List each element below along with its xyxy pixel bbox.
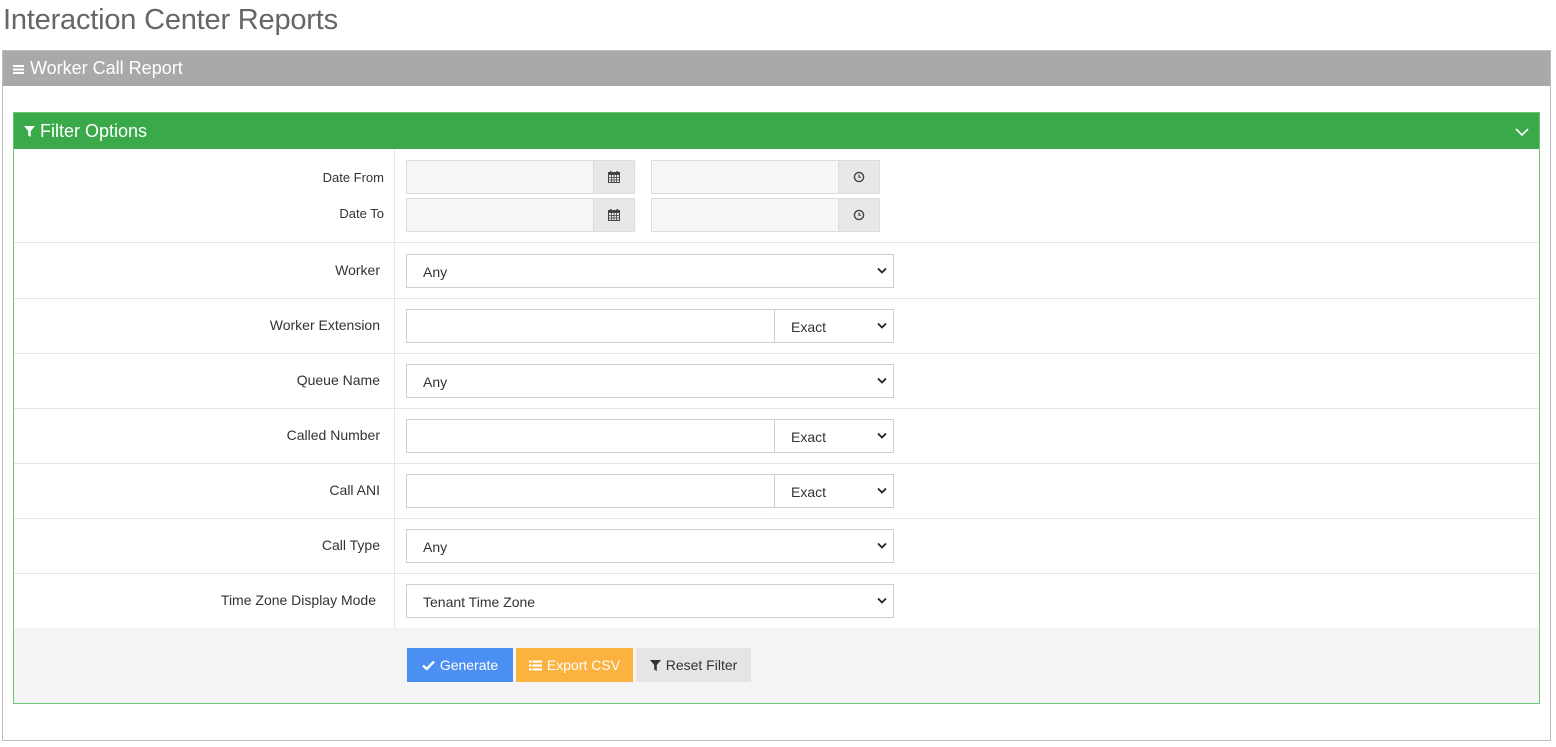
chevron-down-icon [877, 267, 887, 274]
called-number-label: Called Number [286, 427, 380, 443]
worker-extension-match-select[interactable]: Exact [774, 309, 894, 343]
date-to-calendar-button[interactable] [593, 199, 634, 231]
reset-filter-button-label: Reset Filter [665, 657, 738, 673]
worker-extension-match-value: Exact [791, 319, 827, 335]
time-from-input[interactable] [651, 160, 880, 194]
clock-icon [853, 171, 865, 183]
queue-name-select-value: Any [423, 374, 448, 390]
date-to-label: Date To [339, 206, 384, 221]
chevron-down-icon [877, 432, 887, 439]
date-from-calendar-button[interactable] [593, 161, 634, 193]
time-zone-label-cell: Time Zone Display Mode [14, 574, 395, 628]
time-zone-label: Time Zone Display Mode [220, 592, 376, 608]
filter-options-panel: Filter Options Date From Date To Worker … [13, 112, 1540, 704]
date-to-input[interactable] [406, 198, 635, 232]
time-zone-row: Time Zone Display Mode Tenant Time Zone [14, 574, 1539, 629]
date-range-row: Date From Date To [14, 149, 1539, 243]
call-type-row: Call Type Any [14, 519, 1539, 574]
chevron-down-icon [877, 597, 887, 604]
worker-label: Worker [335, 262, 380, 278]
chevron-down-icon [877, 487, 887, 494]
clock-icon [853, 209, 865, 221]
worker-extension-label-cell: Worker Extension [14, 299, 395, 353]
filter-actions-footer: Generate Export CSV Reset Filter [14, 628, 1539, 703]
called-number-input[interactable] [406, 419, 775, 453]
call-type-select[interactable]: Any [406, 529, 894, 563]
call-type-label-cell: Call Type [14, 519, 395, 573]
call-ani-label: Call ANI [329, 482, 380, 498]
chevron-down-icon [877, 542, 887, 549]
page-title: Interaction Center Reports [3, 4, 338, 36]
time-to-clock-button[interactable] [838, 199, 879, 231]
time-zone-select-value: Tenant Time Zone [423, 594, 536, 610]
worker-select-value: Any [423, 264, 448, 280]
panel-header: Worker Call Report [3, 51, 1550, 86]
call-ani-row: Call ANI Exact [14, 464, 1539, 519]
time-zone-select[interactable]: Tenant Time Zone [406, 584, 894, 618]
generate-button[interactable]: Generate [407, 648, 513, 682]
time-to-input[interactable] [651, 198, 880, 232]
call-type-select-value: Any [423, 539, 448, 555]
called-number-match-select[interactable]: Exact [774, 419, 894, 453]
filter-options-title: Filter Options [40, 121, 148, 141]
worker-select[interactable]: Any [406, 254, 894, 288]
worker-call-report-panel: Worker Call Report Filter Options Date F… [2, 50, 1551, 741]
generate-button-label: Generate [439, 657, 499, 673]
worker-extension-label: Worker Extension [269, 317, 380, 333]
check-icon [421, 660, 435, 671]
chevron-down-icon [877, 377, 887, 384]
date-from-label: Date From [322, 170, 384, 185]
queue-name-label: Queue Name [296, 372, 380, 388]
panel-title: Worker Call Report [30, 58, 183, 78]
call-ani-input[interactable] [406, 474, 775, 508]
worker-label-cell: Worker [14, 244, 395, 298]
date-from-input[interactable] [406, 160, 635, 194]
filter-icon [649, 659, 661, 671]
filter-options-header[interactable]: Filter Options [14, 113, 1539, 149]
called-number-match-value: Exact [791, 429, 827, 445]
queue-name-label-cell: Queue Name [14, 354, 395, 408]
time-from-clock-button[interactable] [838, 161, 879, 193]
call-type-label: Call Type [321, 537, 380, 553]
list-icon [528, 660, 542, 670]
chevron-down-icon[interactable] [1514, 124, 1530, 140]
worker-row: Worker Any [14, 244, 1539, 299]
called-number-label-cell: Called Number [14, 409, 395, 463]
queue-name-select[interactable]: Any [406, 364, 894, 398]
date-label-cell: Date From Date To [14, 149, 395, 242]
calendar-icon [608, 209, 620, 221]
reset-filter-button[interactable]: Reset Filter [636, 648, 751, 682]
worker-extension-input[interactable] [406, 309, 775, 343]
call-ani-match-value: Exact [791, 484, 827, 500]
called-number-row: Called Number Exact [14, 409, 1539, 464]
queue-name-row: Queue Name Any [14, 354, 1539, 409]
hamburger-icon [13, 64, 24, 74]
call-ani-label-cell: Call ANI [14, 464, 395, 518]
call-ani-match-select[interactable]: Exact [774, 474, 894, 508]
chevron-down-icon [877, 322, 887, 329]
calendar-icon [608, 171, 620, 183]
filter-icon [24, 125, 35, 137]
worker-extension-row: Worker Extension Exact [14, 299, 1539, 354]
export-csv-button-label: Export CSV [546, 657, 621, 673]
export-csv-button[interactable]: Export CSV [516, 648, 633, 682]
